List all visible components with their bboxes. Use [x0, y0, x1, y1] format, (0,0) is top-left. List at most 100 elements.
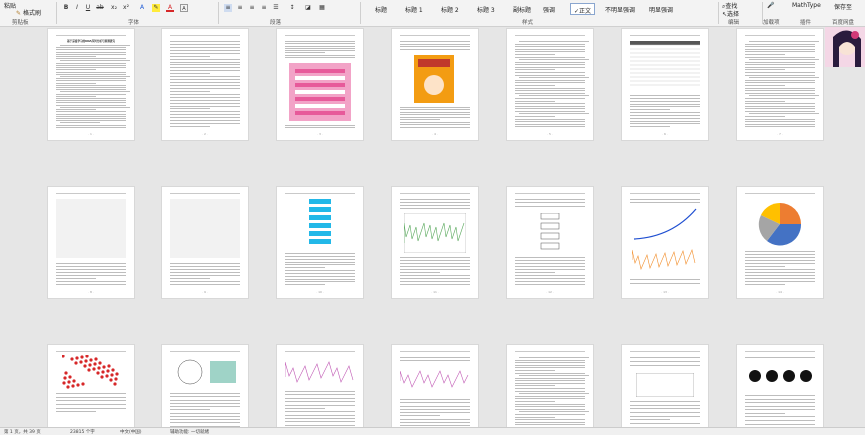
page-thumbnail[interactable]: · 7 · — [737, 29, 823, 140]
style-heading-2[interactable]: 标题 2 — [438, 3, 462, 15]
text-line — [170, 99, 240, 101]
paste-button[interactable]: 粘贴 — [4, 1, 16, 10]
page-thumbnail[interactable]: · 13 · — [622, 187, 708, 298]
text-line — [56, 284, 126, 285]
text-line — [630, 412, 700, 413]
text-line — [170, 43, 240, 45]
style-emphasis[interactable]: 强调 — [540, 3, 558, 15]
superscript-button[interactable]: x² — [122, 4, 130, 12]
accessibility-status[interactable]: 辅助功能: 一切就绪 — [170, 429, 209, 435]
page-thumbnail[interactable]: · 17 · — [277, 345, 363, 427]
font-color-icon[interactable]: A — [166, 4, 174, 12]
page-thumbnail[interactable]: · 20 · — [622, 345, 708, 427]
page-number: · 4 · — [432, 132, 438, 136]
subscript-button[interactable]: x₂ — [110, 4, 118, 12]
text-line — [515, 82, 585, 84]
text-line — [285, 264, 355, 266]
page-thumbnail[interactable]: · 16 · — [162, 345, 248, 427]
strikethrough-button[interactable]: ab — [96, 4, 104, 12]
highlight-icon[interactable]: ✎ — [152, 4, 160, 12]
format-painter-button[interactable]: ✎ 格式刷 — [16, 8, 41, 17]
page-thumbnail[interactable]: · 8 · — [48, 187, 134, 298]
language[interactable]: 中文(中国) — [120, 429, 142, 435]
borders-icon[interactable]: ▦ — [318, 4, 326, 12]
text-line — [170, 64, 240, 66]
text-line — [630, 126, 670, 128]
page-thumbnail[interactable]: · 15 · — [48, 345, 134, 427]
avatar-illustration-icon — [825, 27, 865, 67]
align-center-icon[interactable]: ≡ — [236, 4, 244, 12]
page-thumbnail[interactable]: · 19 · — [507, 345, 593, 427]
text-line — [400, 272, 440, 273]
text-effects-icon[interactable]: A — [138, 4, 146, 12]
save-to-button[interactable]: 保存至 — [834, 2, 852, 11]
font-label: 字体 — [128, 20, 140, 26]
text-line — [285, 275, 355, 277]
page-thumbnail[interactable]: · 5 · — [507, 29, 593, 140]
text-line — [285, 255, 355, 257]
style-normal[interactable]: ✓正文 — [570, 3, 596, 15]
text-line — [400, 41, 470, 42]
text-line — [515, 364, 585, 366]
page-number: · 2 · — [202, 132, 208, 136]
paragraph-label: 段落 — [270, 20, 282, 26]
text-line — [170, 120, 240, 122]
mathtype-button[interactable]: MathType — [792, 2, 821, 9]
style-heading-1[interactable]: 标题 1 — [402, 3, 426, 15]
text-line — [400, 124, 470, 126]
page-thumbnail[interactable]: 基于深度学习的DNA序列分析与预测研究 · 1 · — [48, 29, 134, 140]
page-thumbnail[interactable]: · 6 · — [622, 29, 708, 140]
page-thumbnail[interactable]: · 21 · — [737, 345, 823, 427]
page-thumbnail[interactable]: · 11 · — [392, 187, 478, 298]
text-line — [170, 275, 240, 276]
text-line — [56, 404, 126, 405]
page-header-rule — [630, 193, 700, 194]
text-line — [745, 64, 815, 66]
style-heading-3[interactable]: 标题 3 — [474, 3, 498, 15]
text-line — [515, 275, 585, 276]
text-line — [515, 85, 555, 86]
select-button[interactable]: ↖选择 — [722, 9, 739, 18]
text-line — [400, 126, 470, 128]
text-line — [285, 43, 355, 45]
page-thumbnail[interactable]: · 18 · — [392, 345, 478, 427]
page-header-rule — [56, 351, 126, 352]
text-line — [515, 377, 585, 379]
page-thumbnail[interactable]: · 4 · — [392, 29, 478, 140]
page-thumbnail[interactable]: · 3 · — [277, 29, 363, 140]
page-thumbnail[interactable]: · 9 · — [162, 187, 248, 298]
addins-group: 🎤 加载项 — [763, 0, 785, 27]
align-left-icon[interactable]: ≡ — [224, 4, 232, 12]
text-line — [285, 411, 355, 413]
page-thumbnail[interactable]: · 10 · — [277, 187, 363, 298]
underline-button[interactable]: U — [84, 4, 92, 12]
distributed-icon[interactable]: ☰ — [272, 4, 280, 12]
word-count[interactable]: 23815 个字 — [70, 429, 95, 435]
dictate-icon[interactable]: 🎤 — [767, 2, 774, 9]
bold-button[interactable]: B — [62, 4, 70, 12]
text-line — [56, 69, 96, 71]
page-count[interactable]: 第 1 页，共 39 页 — [4, 429, 41, 435]
style-intense-emphasis[interactable]: 明显强调 — [646, 3, 676, 15]
char-shading-icon[interactable]: A — [180, 4, 188, 12]
fluctuation-chart — [632, 249, 696, 270]
text-line — [170, 269, 240, 270]
page-thumbnail[interactable]: · 14 · — [737, 187, 823, 298]
justify-icon[interactable]: ≡ — [260, 4, 268, 12]
style-subtitle[interactable]: 副标题 — [510, 3, 534, 15]
text-line — [56, 78, 126, 80]
style-title[interactable]: 标题 — [372, 3, 390, 15]
text-line — [56, 263, 126, 264]
document-canvas[interactable]: 基于深度学习的DNA序列分析与预测研究 · 1 · · 2 · · 3 · · 4 · ·… — [0, 27, 865, 427]
style-subtle-emphasis[interactable]: 不明显强调 — [602, 3, 638, 15]
italic-button[interactable]: I — [73, 4, 81, 12]
page-thumbnail[interactable]: · 12 · — [507, 187, 593, 298]
page-thumbnail[interactable]: · 2 · — [162, 29, 248, 140]
text-line — [170, 278, 210, 279]
text-line — [56, 104, 126, 106]
text-line — [170, 114, 240, 116]
text-line — [285, 407, 325, 409]
align-right-icon[interactable]: ≡ — [248, 4, 256, 12]
shading-icon[interactable]: ◪ — [304, 4, 312, 12]
line-spacing-icon[interactable]: ↕ — [288, 4, 296, 12]
